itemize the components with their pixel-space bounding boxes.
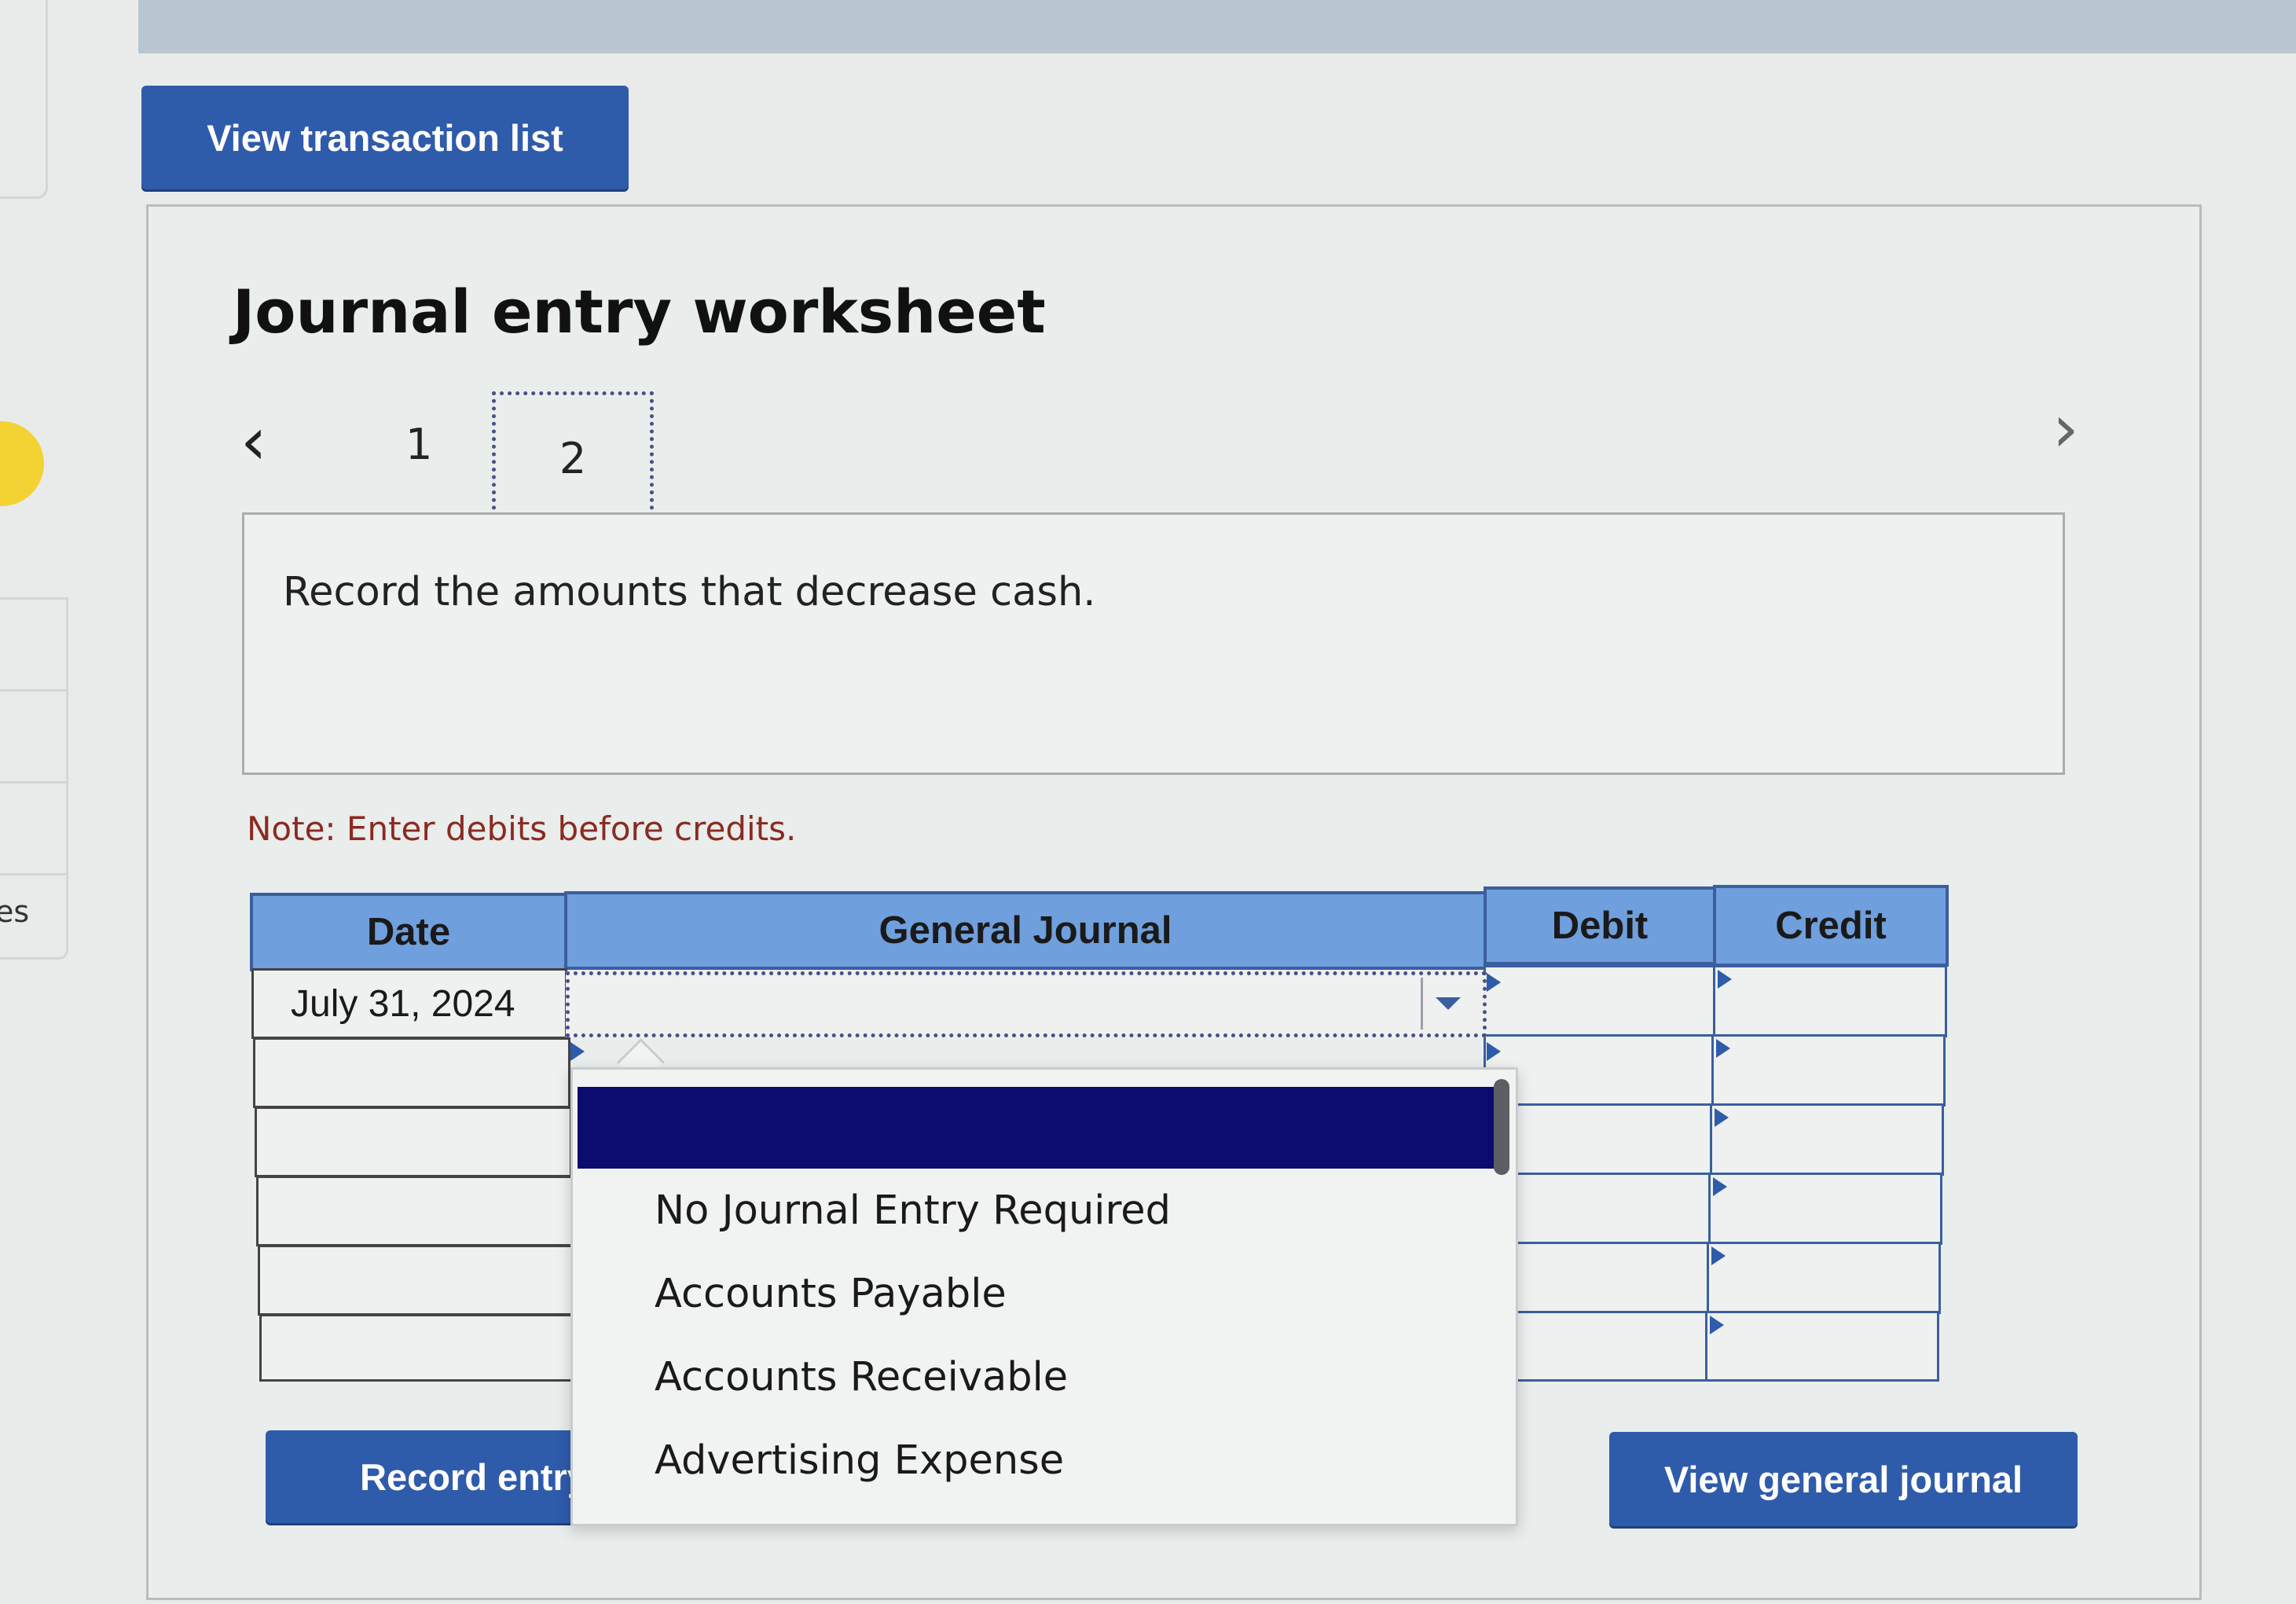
cell-marker-icon <box>1487 973 1501 992</box>
dropdown-scrollbar[interactable] <box>1494 1079 1509 1175</box>
account-dropdown-list: No Journal Entry Required Accounts Payab… <box>570 1067 1518 1526</box>
cell-marker-icon <box>570 1042 585 1061</box>
header-date: Date <box>250 893 567 971</box>
view-transaction-list-button[interactable]: View transaction list <box>141 86 629 189</box>
left-edge-panel <box>0 0 48 199</box>
date-cell[interactable] <box>256 1176 574 1246</box>
worksheet-title: Journal entry worksheet <box>233 277 1046 347</box>
chevron-left-icon[interactable]: ‹ <box>240 402 267 479</box>
date-cell[interactable] <box>253 1037 570 1108</box>
browser-top-bar <box>138 0 2296 53</box>
cell-marker-icon <box>1487 1042 1501 1061</box>
chevron-right-icon[interactable]: › <box>2052 390 2079 467</box>
cell-marker-icon <box>1710 1316 1724 1334</box>
date-cell[interactable] <box>258 1245 575 1316</box>
header-general-journal: General Journal <box>564 891 1487 970</box>
cell-marker-icon <box>1713 1177 1727 1196</box>
note-text: Note: Enter debits before credits. <box>247 809 797 848</box>
date-cell[interactable] <box>255 1107 572 1177</box>
credit-cell[interactable] <box>1710 1103 1944 1176</box>
cell-marker-icon <box>1718 970 1732 989</box>
dropdown-highlighted-option[interactable] <box>578 1087 1498 1169</box>
credit-cell[interactable] <box>1705 1311 1939 1382</box>
page-tab-1[interactable]: 1 <box>405 420 432 469</box>
side-tab-label[interactable]: es <box>0 894 29 929</box>
record-entry-button[interactable]: Record entry <box>266 1430 611 1523</box>
cell-marker-icon <box>1711 1246 1726 1265</box>
account-select[interactable] <box>566 971 1487 1037</box>
cell-marker-icon <box>1716 1039 1730 1058</box>
credit-cell[interactable] <box>1713 965 1947 1037</box>
instruction-box <box>242 512 2065 775</box>
page-tab-2[interactable]: 2 <box>492 391 654 525</box>
instruction-text: Record the amounts that decrease cash. <box>283 569 1096 615</box>
debit-cell[interactable] <box>1484 965 1716 1037</box>
dropdown-option[interactable]: No Journal Entry Required <box>655 1187 1171 1234</box>
header-debit: Debit <box>1484 886 1716 965</box>
chevron-down-icon[interactable] <box>1421 978 1473 1030</box>
view-general-journal-button[interactable]: View general journal <box>1609 1432 2078 1526</box>
dropdown-option[interactable]: Advertising Expense <box>655 1437 1064 1484</box>
status-dot <box>0 421 44 506</box>
dropdown-option[interactable]: Accounts Receivable <box>655 1354 1068 1400</box>
credit-cell[interactable] <box>1708 1173 1942 1245</box>
credit-cell[interactable] <box>1707 1242 1941 1314</box>
credit-cell[interactable] <box>1711 1034 1946 1107</box>
debit-cell[interactable] <box>1484 1034 1715 1107</box>
cell-marker-icon <box>1715 1108 1729 1127</box>
header-credit: Credit <box>1713 885 1949 967</box>
dropdown-option[interactable]: Accounts Payable <box>655 1271 1007 1317</box>
date-cell[interactable] <box>259 1314 577 1382</box>
date-value: July 31, 2024 <box>291 983 515 1025</box>
